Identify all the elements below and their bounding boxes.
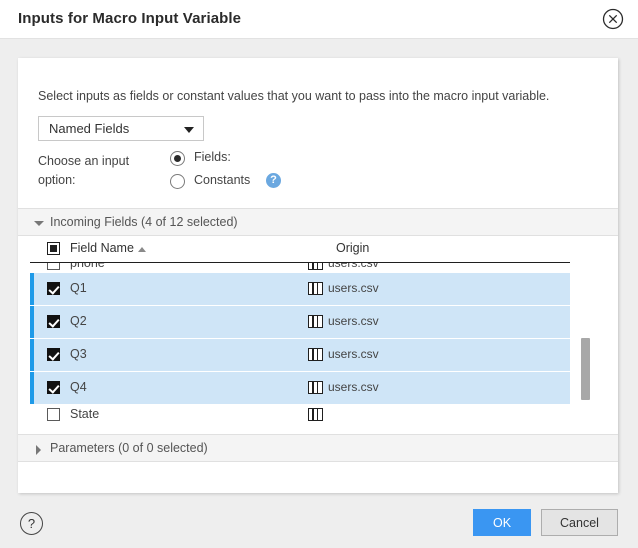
row-checkbox[interactable] <box>47 282 60 295</box>
column-header-origin[interactable]: Origin <box>336 241 369 255</box>
table-scrollbar[interactable] <box>581 266 590 426</box>
incoming-fields-title: Incoming Fields (4 of 12 selected) <box>50 215 238 229</box>
radio-constants-control[interactable] <box>170 174 185 189</box>
table-row[interactable]: State <box>30 405 570 421</box>
radio-constants-label: Constants <box>194 173 251 187</box>
table-grid-icon <box>308 408 323 421</box>
incoming-fields-table: Field Name Origin phone users.csv Q1 use… <box>30 238 606 430</box>
caret-down-icon <box>34 221 44 226</box>
table-grid-icon <box>308 381 323 394</box>
sort-ascending-icon[interactable] <box>138 247 146 252</box>
cancel-button[interactable]: Cancel <box>541 509 618 536</box>
input-type-select-value: Named Fields <box>49 121 130 136</box>
chevron-down-icon <box>184 127 194 133</box>
radio-fields-control[interactable] <box>170 151 185 166</box>
choose-input-option-label: Choose an input option: <box>38 154 130 187</box>
row-checkbox[interactable] <box>47 408 60 421</box>
parameters-title: Parameters (0 of 0 selected) <box>50 441 208 455</box>
input-type-select[interactable]: Named Fields <box>38 116 204 141</box>
table-scrollbar-thumb[interactable] <box>581 338 590 400</box>
table-body: phone users.csv Q1 users.csv Q2 users.cs… <box>30 256 570 421</box>
question-circle-icon[interactable]: ? <box>266 173 281 188</box>
row-field-name: State <box>70 407 100 421</box>
table-header-row: Field Name Origin <box>30 238 570 263</box>
table-row[interactable]: Q4 users.csv <box>30 372 570 405</box>
table-row[interactable]: Q1 users.csv <box>30 273 570 306</box>
ok-button[interactable]: OK <box>473 509 531 536</box>
table-grid-icon <box>308 282 323 295</box>
dialog-body-panel: Select inputs as fields or constant valu… <box>18 58 618 493</box>
table-row[interactable]: Q3 users.csv <box>30 339 570 372</box>
dialog-titlebar: Inputs for Macro Input Variable <box>0 0 638 39</box>
row-field-name: Q3 <box>70 347 87 361</box>
row-field-name: Q2 <box>70 314 87 328</box>
radio-fields-label: Fields: <box>194 150 231 164</box>
section-header-incoming-fields[interactable]: Incoming Fields (4 of 12 selected) <box>18 208 618 236</box>
intro-text: Select inputs as fields or constant valu… <box>38 89 550 103</box>
row-origin-text: users.csv <box>328 314 379 328</box>
table-row[interactable]: Q2 users.csv <box>30 306 570 339</box>
column-header-field-name[interactable]: Field Name <box>70 241 134 255</box>
caret-right-icon <box>36 445 41 455</box>
dialog-title: Inputs for Macro Input Variable <box>18 10 242 27</box>
help-icon[interactable]: ? <box>20 512 43 535</box>
row-origin-text: users.csv <box>328 347 379 361</box>
table-grid-icon <box>308 315 323 328</box>
row-checkbox[interactable] <box>47 381 60 394</box>
row-field-name: Q4 <box>70 380 87 394</box>
row-origin-text: users.csv <box>328 281 379 295</box>
row-field-name: Q1 <box>70 281 87 295</box>
section-header-parameters[interactable]: Parameters (0 of 0 selected) <box>18 434 618 462</box>
row-checkbox[interactable] <box>47 348 60 361</box>
table-grid-icon <box>308 348 323 361</box>
row-origin-text: users.csv <box>328 380 379 394</box>
row-checkbox[interactable] <box>47 315 60 328</box>
select-all-checkbox[interactable] <box>47 242 60 255</box>
close-icon[interactable] <box>602 8 624 30</box>
